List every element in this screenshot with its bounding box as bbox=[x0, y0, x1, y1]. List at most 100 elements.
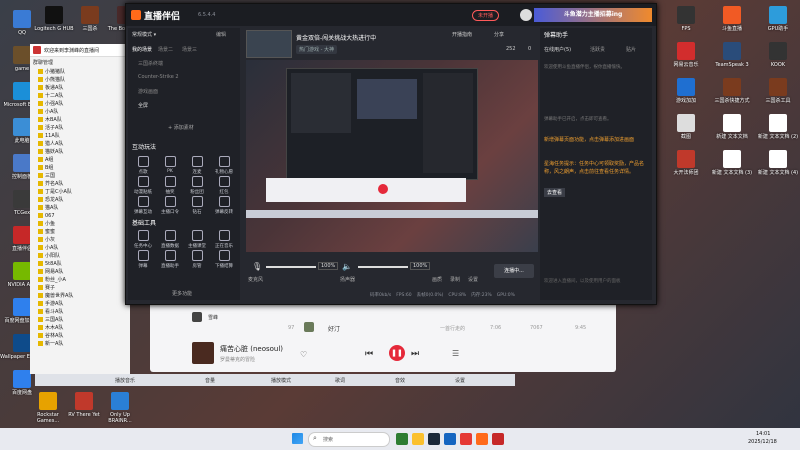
add-source-button[interactable]: + 添加素材 bbox=[168, 124, 194, 131]
danmaku-tab[interactable]: 活跃贵 bbox=[590, 46, 605, 53]
desktop-icon[interactable]: 新建 文本文档 (3) bbox=[710, 150, 754, 176]
desktop-icon[interactable]: 新建 文本文档 (4) bbox=[756, 150, 800, 176]
next-icon[interactable]: ⏭ bbox=[411, 349, 419, 359]
qq-group-item[interactable]: 小鱼 bbox=[38, 220, 130, 228]
qq-group-item[interactable]: 小A队 bbox=[38, 244, 130, 252]
share-button[interactable]: 分享 bbox=[494, 31, 504, 38]
toolbar-item[interactable]: 音量 bbox=[205, 377, 215, 384]
qq-group-item[interactable]: 活子A队 bbox=[38, 124, 130, 132]
desktop-icon[interactable]: 三国杀快捷方式 bbox=[710, 78, 754, 104]
qq-group-item[interactable]: 手游A队 bbox=[38, 300, 130, 308]
tool-button[interactable]: 直播数据 bbox=[159, 230, 181, 249]
stream-thumb[interactable] bbox=[246, 30, 292, 58]
pause-button[interactable]: ❚❚ bbox=[389, 345, 405, 361]
qq-tab[interactable]: 群聊管理 bbox=[30, 57, 130, 68]
desktop-icon[interactable]: 三国杀工具 bbox=[756, 78, 800, 104]
toolbar-item[interactable]: 歌词 bbox=[335, 377, 345, 384]
qq-group-item[interactable]: 小熊猫队 bbox=[38, 76, 130, 84]
user-avatar[interactable] bbox=[520, 9, 532, 21]
desktop-icon[interactable]: TeamSpeak 3 bbox=[710, 42, 754, 68]
app-icon[interactable] bbox=[396, 433, 408, 445]
qq-group-item[interactable]: 木BA队 bbox=[38, 116, 130, 124]
qq-group-item[interactable]: 小灰 bbox=[38, 236, 130, 244]
tool-button[interactable]: 弹幕反转 bbox=[213, 196, 235, 215]
clock-time[interactable]: 14:01 bbox=[756, 431, 770, 437]
qq-group-item[interactable]: 芥名A队 bbox=[38, 180, 130, 188]
album-cover[interactable] bbox=[192, 342, 214, 364]
qq-group-item[interactable]: 赛子 bbox=[38, 284, 130, 292]
tool-button[interactable]: 正在音乐 bbox=[213, 230, 235, 249]
prev-icon[interactable]: ⏮ bbox=[365, 349, 373, 359]
open-guide-button[interactable]: 开播指南 bbox=[452, 31, 472, 38]
toolbar-item[interactable]: 设置 bbox=[455, 377, 465, 384]
app-icon[interactable] bbox=[476, 433, 488, 445]
qq-group-item[interactable]: 蜜蜜 bbox=[38, 228, 130, 236]
toolbar-item[interactable]: 播放音乐 bbox=[115, 377, 135, 384]
qq-group-item[interactable]: 小猪猪队 bbox=[38, 68, 130, 76]
qq-group-item[interactable]: 网易A队 bbox=[38, 268, 130, 276]
qq-group-item[interactable]: 丁是C小A队 bbox=[38, 188, 130, 196]
scene-tab[interactable]: 我的场景 bbox=[132, 46, 152, 53]
tool-button[interactable]: 直播助手 bbox=[159, 250, 181, 269]
tool-button[interactable]: 房管 bbox=[186, 250, 208, 269]
app-icon[interactable] bbox=[444, 433, 456, 445]
tool-button[interactable]: 动漫贴纸 bbox=[132, 176, 154, 195]
qq-group-item[interactable]: 小强A队 bbox=[38, 100, 130, 108]
source-item[interactable]: 全屏 bbox=[138, 102, 148, 109]
scene-tab[interactable]: 场景二 bbox=[158, 46, 173, 53]
tool-button[interactable]: 钻石 bbox=[186, 196, 208, 215]
tool-button[interactable]: 下播结算 bbox=[213, 250, 235, 269]
source-item[interactable]: 三国杀终端 bbox=[138, 60, 163, 67]
tool-button[interactable]: PK bbox=[159, 156, 181, 174]
desktop-icon[interactable]: Only Up BRAINR... bbox=[98, 392, 142, 424]
danmaku-tab[interactable]: 贴片 bbox=[626, 46, 636, 53]
live-status-badge[interactable]: 未开播 bbox=[472, 10, 500, 21]
tool-button[interactable]: 任务中心 bbox=[132, 230, 154, 249]
scene-tab[interactable]: 场景三 bbox=[182, 46, 197, 53]
view-link[interactable]: 去查看 bbox=[544, 188, 566, 197]
desktop-icon[interactable]: GPU助手 bbox=[756, 6, 800, 32]
edit-button[interactable]: 编辑 bbox=[216, 31, 226, 38]
toolbar-item[interactable]: 音效 bbox=[395, 377, 405, 384]
app-icon[interactable] bbox=[492, 433, 504, 445]
qq-group-item[interactable]: 猫妖A队 bbox=[38, 148, 130, 156]
qq-group-item[interactable]: B组 bbox=[38, 164, 130, 172]
app-icon[interactable] bbox=[460, 433, 472, 445]
qq-group-item[interactable]: 三国 bbox=[38, 172, 130, 180]
speaker-icon[interactable]: 🔈 bbox=[342, 262, 352, 271]
tool-button[interactable]: 粉丝团 bbox=[186, 176, 208, 195]
qq-group-item[interactable]: 板递A队 bbox=[38, 84, 130, 92]
qq-group-item[interactable]: A组 bbox=[38, 156, 130, 164]
start-stream-button[interactable]: 连播中... bbox=[494, 264, 534, 278]
mode-select[interactable]: 常规模式 ▾ bbox=[132, 31, 156, 38]
music-row[interactable]: 97 好汀 一首行走的 7:06 7067 9:45 bbox=[190, 320, 610, 336]
quality-button[interactable]: 画质 bbox=[432, 276, 442, 283]
tool-button[interactable]: 抽奖 bbox=[159, 176, 181, 195]
mic-icon[interactable]: 🎙 bbox=[252, 262, 262, 271]
qq-group-item[interactable]: 粉丝_小A bbox=[38, 276, 130, 284]
tool-button[interactable]: 弹幕 bbox=[132, 250, 154, 269]
qq-group-item[interactable]: 5t8A队 bbox=[38, 260, 130, 268]
more-features-button[interactable]: 更多功能 bbox=[172, 290, 192, 297]
toolbar-item[interactable]: 播放模式 bbox=[271, 377, 291, 384]
song-artist[interactable]: 罗曼蒂克的冒险 bbox=[220, 356, 255, 363]
qq-group-item[interactable]: 新一A队 bbox=[38, 340, 130, 348]
tool-button[interactable]: 主播课堂 bbox=[186, 230, 208, 249]
qq-group-item[interactable]: 看斗A队 bbox=[38, 308, 130, 316]
desktop-icon[interactable]: 游戏加加 bbox=[664, 78, 708, 104]
record-button[interactable]: 录制 bbox=[450, 276, 460, 283]
qq-group-item[interactable]: 木木A队 bbox=[38, 324, 130, 332]
desktop-icon[interactable]: FPS bbox=[664, 6, 708, 32]
tool-button[interactable]: 弹幕互动 bbox=[132, 196, 154, 215]
search-box[interactable]: ⌕ 搜索 bbox=[308, 432, 390, 447]
speaker-slider[interactable] bbox=[358, 266, 408, 268]
tool-button[interactable]: 红包 bbox=[213, 176, 235, 195]
start-icon[interactable] bbox=[292, 433, 303, 444]
desktop-icon[interactable]: KOOK bbox=[756, 42, 800, 68]
qq-group-item[interactable]: 三国A队 bbox=[38, 316, 130, 324]
desktop-icon[interactable]: 新建 文本文档 (2) bbox=[756, 114, 800, 140]
qq-group-item[interactable]: 小阳队 bbox=[38, 252, 130, 260]
app-icon[interactable] bbox=[412, 433, 424, 445]
qq-group-item[interactable]: 猎人A队 bbox=[38, 140, 130, 148]
desktop-icon[interactable]: 新建 文本文档 bbox=[710, 114, 754, 140]
